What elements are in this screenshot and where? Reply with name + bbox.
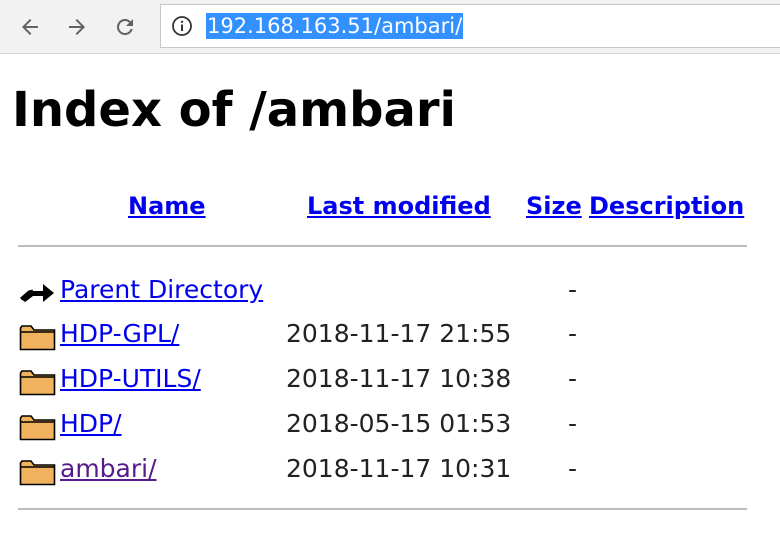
page-title: Index of /ambari xyxy=(12,82,456,138)
list-item: HDP/ 2018-05-15 01:53 - xyxy=(0,404,780,444)
list-item: ambari/ 2018-11-17 10:31 - xyxy=(0,449,780,489)
row-date: 2018-11-17 10:38 xyxy=(286,364,512,393)
row-size: - xyxy=(568,275,578,304)
browser-toolbar: 192.168.163.51/ambari/ xyxy=(0,0,780,54)
row-date: 2018-05-15 01:53 xyxy=(286,409,512,438)
address-bar[interactable]: 192.168.163.51/ambari/ xyxy=(160,4,780,48)
row-link[interactable]: HDP-UTILS/ xyxy=(60,362,201,396)
reload-button[interactable] xyxy=(108,10,142,44)
list-item: Parent Directory - xyxy=(0,270,780,310)
row-size: - xyxy=(568,364,578,393)
row-link[interactable]: HDP/ xyxy=(60,407,122,441)
folder-icon xyxy=(19,370,56,396)
row-date: 2018-11-17 10:31 xyxy=(286,454,512,483)
arrow-left-icon xyxy=(22,19,38,35)
row-link[interactable]: ambari/ xyxy=(60,452,157,486)
row-size: - xyxy=(568,319,578,348)
row-date: 2018-11-17 21:55 xyxy=(286,319,512,348)
row-size: - xyxy=(568,454,578,483)
list-item: HDP-UTILS/ 2018-11-17 10:38 - xyxy=(0,359,780,399)
row-link[interactable]: HDP-GPL/ xyxy=(60,317,179,351)
sort-by-name-link[interactable]: Name xyxy=(128,190,206,222)
back-arrow-icon xyxy=(20,284,54,302)
sort-by-last-modified-link[interactable]: Last modified xyxy=(307,190,491,222)
row-size: - xyxy=(568,409,578,438)
sort-by-description-link[interactable]: Description xyxy=(589,190,744,222)
reload-icon xyxy=(116,18,133,35)
row-link[interactable]: Parent Directory xyxy=(60,273,263,307)
top-divider xyxy=(18,245,747,247)
info-circle-icon[interactable] xyxy=(171,15,193,37)
arrow-right-icon xyxy=(69,19,85,35)
bottom-divider xyxy=(18,508,747,510)
folder-icon xyxy=(19,325,56,351)
url-text[interactable]: 192.168.163.51/ambari/ xyxy=(206,13,464,39)
list-item: HDP-GPL/ 2018-11-17 21:55 - xyxy=(0,314,780,354)
folder-icon xyxy=(19,415,56,441)
sort-by-size-link[interactable]: Size xyxy=(526,190,582,222)
back-button[interactable] xyxy=(13,10,47,44)
folder-icon xyxy=(19,460,56,486)
forward-button[interactable] xyxy=(60,10,94,44)
